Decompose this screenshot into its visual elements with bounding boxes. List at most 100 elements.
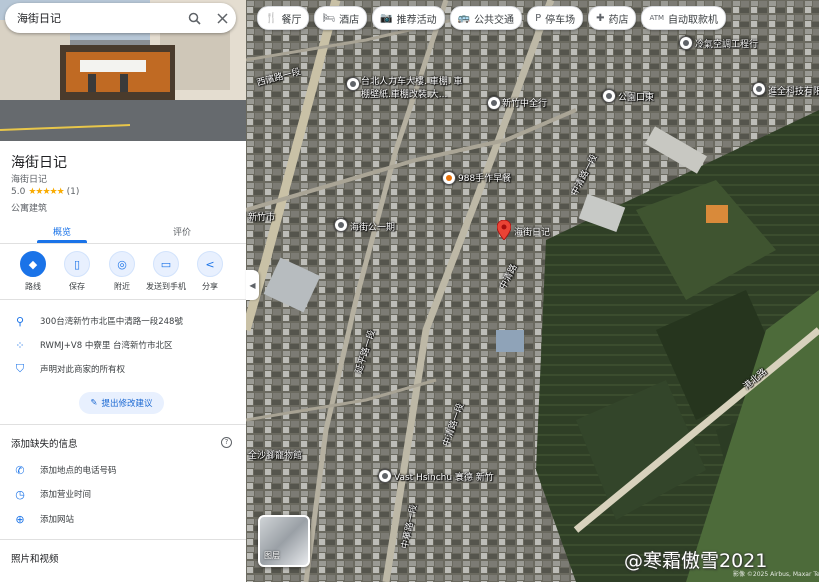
- address-row[interactable]: ⚲ 300台湾新竹市北區中清路一段248號: [0, 311, 246, 331]
- tab-overview[interactable]: 概览: [53, 225, 71, 238]
- chip-parking[interactable]: P 停车场: [527, 6, 584, 30]
- claim-business-text: 声明对此商家的所有权: [40, 365, 126, 375]
- address-text: 300台湾新竹市北區中清路一段248號: [40, 317, 183, 327]
- suggest-edit-label: 提出修改建议: [101, 399, 153, 409]
- poi-marker[interactable]: [378, 469, 392, 483]
- map-attribution: 影像 ©2025 Airbus, Maxar Technologies: [733, 571, 819, 578]
- place-category[interactable]: 公寓建筑: [11, 201, 47, 214]
- rating-row: 5.0 ★★★★★ (1): [11, 187, 79, 197]
- category-chips: 🍴 餐厅 🛏 酒店 📷 推荐活动 🚌 公共交通 P 停车场 ✚ 药店 ATM 自动取款机: [257, 6, 727, 30]
- action-label: 路线: [25, 282, 41, 291]
- poi-label[interactable]: 公園口東: [618, 90, 654, 103]
- action-label: 分享: [202, 282, 218, 291]
- poi-label[interactable]: 冷氣空調工程行: [695, 37, 758, 50]
- poi-marker[interactable]: [752, 82, 766, 96]
- bookmark-icon: ▯: [64, 251, 90, 277]
- poi-label[interactable]: 海街公一期: [350, 220, 395, 233]
- add-hours-text: 添加营业时间: [40, 490, 92, 500]
- poi-label[interactable]: Vast Hsinchu 寰德 新竹: [394, 470, 494, 483]
- phone-icon: ▭: [153, 251, 179, 277]
- share-icon: <: [197, 251, 223, 277]
- chip-label: 餐厅: [281, 14, 302, 26]
- suggest-edit-button[interactable]: ✎ 提出修改建议: [79, 392, 164, 414]
- chip-pharmacy[interactable]: ✚ 药店: [588, 6, 637, 30]
- add-phone-row[interactable]: ✆ 添加地点的电话号码: [0, 460, 246, 480]
- tab-reviews[interactable]: 评价: [173, 225, 191, 238]
- poi-label[interactable]: 進全科技有限: [768, 84, 819, 97]
- tab-indicator: [37, 240, 87, 243]
- add-website-row[interactable]: ⊕ 添加网站: [0, 509, 246, 529]
- clock-icon: ◷: [15, 487, 25, 501]
- layers-label: 图层: [264, 551, 280, 560]
- poi-label[interactable]: 台北人力车大樓. 車棚. 車棚壁紙.車棚改裝.大...: [361, 74, 471, 100]
- send-to-phone-button[interactable]: ▭ 发送到手机: [146, 251, 186, 292]
- missing-info-header: 添加缺失的信息: [11, 439, 78, 450]
- divider: [0, 424, 246, 425]
- place-panel: 海街日记 海街日记 海街日记 5.0 ★★★★★ (1) 公寓建筑 概览 评价 …: [0, 0, 246, 582]
- location-icon: ⚲: [15, 314, 25, 328]
- poi-label: 新竹市: [248, 213, 276, 223]
- action-label: 发送到手机: [146, 282, 186, 291]
- plus-code-icon: ⁘: [15, 338, 25, 352]
- poi-label[interactable]: 988手作早餐: [458, 171, 511, 184]
- camera-icon: 📷: [380, 12, 393, 24]
- chip-label: 推荐活动: [396, 14, 437, 26]
- location-pin-icon[interactable]: [497, 220, 511, 240]
- chip-label: 酒店: [339, 14, 360, 26]
- selected-place-label[interactable]: 海街日记: [514, 225, 550, 238]
- layers-button[interactable]: 图层: [258, 515, 310, 567]
- poi-label[interactable]: 全沙腳寵物館: [248, 448, 302, 461]
- action-buttons: ◆ 路线 ▯ 保存 ◎ 附近 ▭ 发送到手机 < 分享: [0, 251, 246, 295]
- chip-hotels[interactable]: 🛏 酒店: [314, 6, 368, 30]
- search-box[interactable]: 海街日记: [5, 3, 236, 33]
- hotel-icon: 🛏: [322, 12, 336, 24]
- phone-icon: ✆: [15, 463, 25, 477]
- chip-restaurants[interactable]: 🍴 餐厅: [257, 6, 310, 30]
- chevron-left-icon: ◀: [249, 280, 256, 290]
- chip-label: 自动取款机: [668, 14, 719, 26]
- directions-icon: ◆: [20, 251, 46, 277]
- directions-button[interactable]: ◆ 路线: [13, 251, 53, 292]
- chip-label: 药店: [608, 14, 629, 26]
- poi-marker[interactable]: [334, 218, 348, 232]
- poi-label[interactable]: 新竹中全行: [502, 96, 547, 109]
- place-title: 海街日记: [11, 155, 67, 171]
- parking-icon: P: [535, 12, 542, 24]
- shield-icon: ⛉: [15, 362, 25, 375]
- add-website-text: 添加网站: [40, 515, 75, 525]
- poi-marker[interactable]: [487, 96, 501, 110]
- atm-icon: ATM: [649, 14, 665, 22]
- divider: [0, 299, 246, 300]
- share-button[interactable]: < 分享: [190, 251, 230, 292]
- add-hours-row[interactable]: ◷ 添加营业时间: [0, 484, 246, 504]
- poi-marker[interactable]: [346, 77, 360, 91]
- plus-code-text: RWMJ+V8 中寮里 台湾新竹市北区: [40, 341, 173, 351]
- nearby-button[interactable]: ◎ 附近: [102, 251, 142, 292]
- bus-icon: 🚌: [457, 12, 471, 24]
- tab-bar: 概览 评价: [0, 219, 246, 244]
- globe-icon: ⊕: [15, 512, 25, 526]
- chip-things-to-do[interactable]: 📷 推荐活动: [372, 6, 445, 30]
- pencil-icon: ✎: [90, 398, 98, 408]
- place-subtitle: 海街日记: [11, 175, 48, 185]
- collapse-panel-button[interactable]: ◀: [246, 270, 259, 300]
- poi-marker[interactable]: [679, 36, 693, 50]
- chip-transit[interactable]: 🚌 公共交通: [449, 6, 523, 30]
- poi-marker[interactable]: [602, 89, 616, 103]
- claim-business-row[interactable]: ⛉ 声明对此商家的所有权: [0, 359, 246, 379]
- search-icon[interactable]: [180, 4, 208, 32]
- save-button[interactable]: ▯ 保存: [57, 251, 97, 292]
- action-label: 保存: [69, 282, 85, 291]
- chip-label: 公共交通: [474, 14, 515, 26]
- rating-value: 5.0: [11, 187, 26, 197]
- plus-code-row[interactable]: ⁘ RWMJ+V8 中寮里 台湾新竹市北区: [0, 335, 246, 355]
- close-icon[interactable]: [208, 4, 236, 32]
- help-icon[interactable]: ?: [221, 437, 232, 448]
- satellite-map[interactable]: 中清路一段 中清路 中清路一段 延平路一段 中華路一段 西濱路一段 港北路 台北…: [246, 0, 819, 582]
- chip-atm[interactable]: ATM 自动取款机: [641, 6, 727, 30]
- poi-marker[interactable]: [442, 171, 456, 185]
- search-input[interactable]: 海街日记: [5, 10, 180, 26]
- photos-header: 照片和视频: [11, 554, 59, 565]
- nearby-icon: ◎: [109, 251, 135, 277]
- review-count[interactable]: (1): [67, 187, 80, 197]
